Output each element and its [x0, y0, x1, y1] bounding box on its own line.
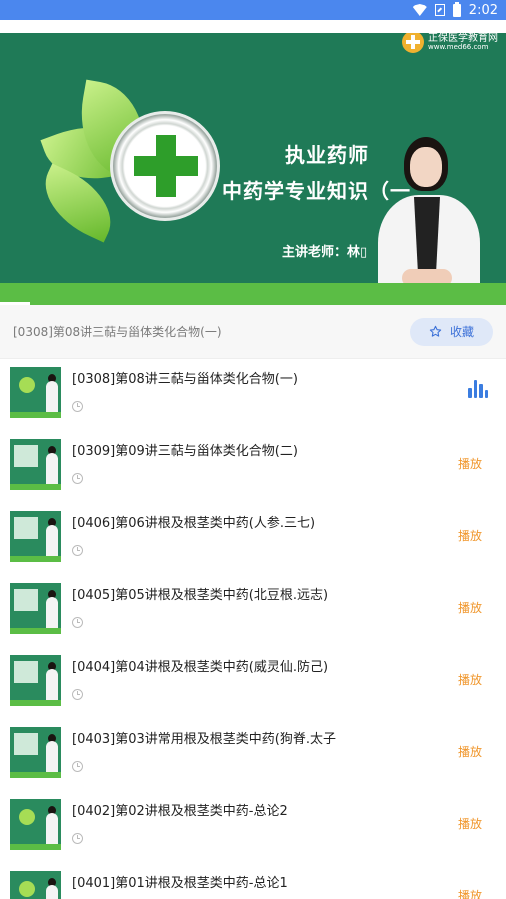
presenter-figure: [374, 137, 484, 305]
lesson-item[interactable]: [0401]第01讲根及根茎类中药-总论1 播放: [0, 863, 506, 899]
lesson-list: [0308]第08讲三萜与甾体类化合物(一) [0309]第09讲三萜与甾体类化…: [0, 359, 506, 899]
status-bar: 2:02: [0, 0, 506, 20]
clock-icon: [72, 617, 83, 628]
wifi-icon: [412, 4, 427, 16]
battery-icon: [452, 1, 461, 17]
lesson-thumbnail: [10, 511, 61, 562]
current-lesson-bar: [0308]第08讲三萜与甾体类化合物(一) 收藏: [0, 305, 506, 359]
lesson-item[interactable]: [0406]第06讲根及根茎类中药(人参.三七) 播放: [0, 503, 506, 575]
med66-logo-icon: [402, 33, 424, 53]
play-button[interactable]: 播放: [458, 887, 482, 899]
video-progress-bar[interactable]: [0, 302, 30, 305]
video-bottom-band: [0, 283, 506, 305]
lesson-thumbnail: [10, 439, 61, 490]
lesson-item[interactable]: [0403]第03讲常用根及根茎类中药(狗脊.太子 播放: [0, 719, 506, 791]
lesson-thumbnail: [10, 727, 61, 778]
logo-url: www.med66.com: [428, 42, 489, 51]
current-lesson-title: [0308]第08讲三萜与甾体类化合物(一): [13, 325, 222, 339]
slide-teacher: 主讲老师：林▯: [282, 245, 368, 260]
lesson-item[interactable]: [0405]第05讲根及根茎类中药(北豆根.远志) 播放: [0, 575, 506, 647]
lesson-title: [0309]第09讲三萜与甾体类化合物(二): [72, 444, 298, 459]
lesson-title: [0403]第03讲常用根及根茎类中药(狗脊.太子: [72, 732, 336, 747]
lesson-item[interactable]: [0309]第09讲三萜与甾体类化合物(二) 播放: [0, 431, 506, 503]
lesson-title: [0404]第04讲根及根茎类中药(威灵仙.防己): [72, 660, 329, 675]
medical-cross-emblem: [31, 79, 238, 253]
lesson-title: [0406]第06讲根及根茎类中药(人参.三七): [72, 516, 316, 531]
favorite-button[interactable]: 收藏: [410, 317, 493, 346]
play-button[interactable]: 播放: [458, 815, 482, 832]
slide-title: 执业药师: [285, 143, 369, 167]
lesson-item[interactable]: [0402]第02讲根及根茎类中药-总论2 播放: [0, 791, 506, 863]
lesson-thumbnail: [10, 583, 61, 634]
sim-icon: [434, 4, 445, 16]
clock-icon: [72, 401, 83, 412]
clock-icon: [72, 761, 83, 772]
star-icon: [429, 325, 442, 337]
clock-icon: [72, 689, 83, 700]
play-button[interactable]: 播放: [458, 527, 482, 544]
video-player[interactable]: 正保医学教育网 www.med66.com 执业药师 中药学专业知识（一 主讲老…: [0, 33, 506, 305]
lesson-item[interactable]: [0404]第04讲根及根茎类中药(威灵仙.防己) 播放: [0, 647, 506, 719]
clock-icon: [72, 545, 83, 556]
video-logo: 正保医学教育网 www.med66.com: [402, 33, 498, 53]
clock-icon: [72, 473, 83, 484]
top-spacer: [0, 20, 506, 33]
clock-icon: [72, 833, 83, 844]
play-button[interactable]: 播放: [458, 599, 482, 616]
lesson-thumbnail: [10, 871, 61, 899]
play-button[interactable]: 播放: [458, 743, 482, 760]
lesson-thumbnail: [10, 799, 61, 850]
now-playing-icon: [468, 378, 488, 398]
lesson-thumbnail: [10, 367, 61, 418]
lesson-title: [0402]第02讲根及根茎类中药-总论2: [72, 804, 288, 819]
lesson-thumbnail: [10, 655, 61, 706]
lesson-title: [0405]第05讲根及根茎类中药(北豆根.远志): [72, 588, 329, 603]
status-time: 2:02: [468, 2, 498, 18]
favorite-label: 收藏: [449, 325, 474, 339]
lesson-title: [0308]第08讲三萜与甾体类化合物(一): [72, 372, 298, 387]
lesson-title: [0401]第01讲根及根茎类中药-总论1: [72, 876, 288, 891]
lesson-item[interactable]: [0308]第08讲三萜与甾体类化合物(一): [0, 359, 506, 431]
play-button[interactable]: 播放: [458, 455, 482, 472]
play-button[interactable]: 播放: [458, 671, 482, 688]
